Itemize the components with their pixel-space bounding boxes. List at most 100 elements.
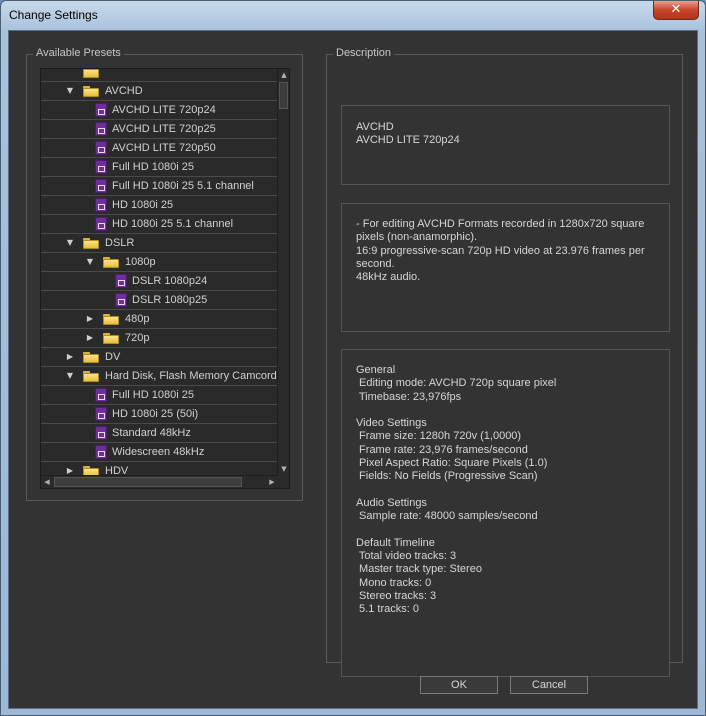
tree-preset-row[interactable]: Standard 48kHz xyxy=(41,424,278,443)
dialog-client-area: Available Presets ▼ AVCHD AVCHD LITE 720p2… xyxy=(8,30,698,709)
tree-item-label: 1080p xyxy=(125,256,156,268)
description-line xyxy=(356,524,655,537)
tree-item-label: Hard Disk, Flash Memory Camcorders xyxy=(105,370,278,382)
folder-icon xyxy=(83,466,99,475)
tree-preset-row[interactable]: DSLR 1080p24 xyxy=(41,272,278,291)
description-line: Fields: No Fields (Progressive Scan) xyxy=(356,470,538,483)
folder-icon xyxy=(103,333,119,344)
expanded-arrow-icon[interactable]: ▼ xyxy=(65,234,75,252)
folder-icon xyxy=(83,238,99,249)
horizontal-scroll-thumb[interactable] xyxy=(54,477,242,487)
collapsed-arrow-icon[interactable]: ▶ xyxy=(85,329,95,347)
cancel-button[interactable]: Cancel xyxy=(510,676,588,694)
tree-folder-row[interactable]: ▼ DSLR xyxy=(41,234,278,253)
description-line: AVCHD LITE 720p24 xyxy=(356,134,460,147)
tree-item-label: 480p xyxy=(125,313,150,325)
scroll-down-arrow-icon[interactable]: ▼ xyxy=(278,463,290,475)
tree-preset-row[interactable]: Full HD 1080i 25 5.1 channel xyxy=(41,177,278,196)
tree-preset-row[interactable]: AVCHD LITE 720p50 xyxy=(41,139,278,158)
vertical-scrollbar[interactable]: ▲ ▼ xyxy=(277,69,289,475)
preset-name-box: AVCHD AVCHD LITE 720p24 xyxy=(341,105,670,185)
tree-folder-row[interactable] xyxy=(41,69,278,82)
tree-folder-row[interactable]: ▶ DV xyxy=(41,348,278,367)
description-line: Stereo tracks: 3 xyxy=(356,590,437,603)
tree-item-label: HDV xyxy=(105,465,129,475)
expanded-arrow-icon[interactable]: ▼ xyxy=(85,253,95,271)
tree-preset-row[interactable]: Widescreen 48kHz xyxy=(41,443,278,462)
tree-preset-row[interactable]: DSLR 1080p25 xyxy=(41,291,278,310)
tree-item-label: AVCHD LITE 720p25 xyxy=(112,123,216,135)
description-line: Audio Settings xyxy=(356,496,427,509)
tree-folder-row[interactable]: ▼ AVCHD xyxy=(41,82,278,101)
description-line: Total video tracks: 3 xyxy=(356,550,457,563)
tree-item-label: HD 1080i 25 5.1 channel xyxy=(112,218,234,230)
tree-item-label: DSLR 1080p25 xyxy=(132,294,208,306)
description-line: 48kHz audio. xyxy=(356,271,421,284)
vertical-scroll-thumb[interactable] xyxy=(279,82,288,109)
tree-item-label: Full HD 1080i 25 xyxy=(112,161,194,173)
window-title: Change Settings xyxy=(9,8,98,22)
description-line: Video Settings xyxy=(356,417,427,430)
scroll-up-arrow-icon[interactable]: ▲ xyxy=(278,69,290,81)
preset-file-icon xyxy=(95,388,107,402)
description-line: pixels (non-anamorphic). xyxy=(356,231,478,244)
preset-file-icon xyxy=(95,141,107,155)
folder-icon xyxy=(83,86,99,97)
scrollbar-corner xyxy=(277,475,289,488)
horizontal-scrollbar[interactable]: ◀ ▶ xyxy=(41,475,278,488)
title-bar[interactable]: Change Settings ✕ xyxy=(1,1,705,29)
preset-file-icon xyxy=(95,160,107,174)
tree-item-label: DSLR xyxy=(105,237,135,249)
tree-preset-row[interactable]: AVCHD LITE 720p24 xyxy=(41,101,278,120)
tree-item-label: AVCHD LITE 720p24 xyxy=(112,104,216,116)
presets-tree[interactable]: ▼ AVCHD AVCHD LITE 720p24 AVCHD LITE 720p25… xyxy=(40,68,290,489)
tree-folder-row[interactable]: ▼ 1080p xyxy=(41,253,278,272)
tree-item-label: AVCHD xyxy=(105,85,143,97)
description-line: Frame rate: 23,976 frames/second xyxy=(356,443,528,456)
description-line: Timebase: 23,976fps xyxy=(356,390,462,403)
folder-icon xyxy=(103,257,119,268)
preset-file-icon xyxy=(95,407,107,421)
scroll-left-arrow-icon[interactable]: ◀ xyxy=(41,476,53,488)
tree-folder-row[interactable]: ▶ HDV xyxy=(41,462,278,475)
description-group: Description AVCHD AVCHD LITE 720p24 - For… xyxy=(326,47,683,677)
tree-preset-row[interactable]: HD 1080i 25 5.1 channel xyxy=(41,215,278,234)
tree-item-label: DSLR 1080p24 xyxy=(132,275,208,287)
close-button[interactable]: ✕ xyxy=(653,1,699,20)
tree-preset-row[interactable]: HD 1080i 25 xyxy=(41,196,278,215)
tree-preset-row[interactable]: Full HD 1080i 25 xyxy=(41,386,278,405)
tree-item-label: DV xyxy=(105,351,121,363)
tree-preset-row[interactable]: AVCHD LITE 720p25 xyxy=(41,120,278,139)
tree-item-label: Full HD 1080i 25 xyxy=(112,389,194,401)
expanded-arrow-icon[interactable]: ▼ xyxy=(65,82,75,100)
collapsed-arrow-icon[interactable]: ▶ xyxy=(65,462,75,475)
description-line xyxy=(356,404,655,417)
tree-folder-row[interactable]: ▶ 720p xyxy=(41,329,278,348)
tree-folder-row[interactable]: ▼ Hard Disk, Flash Memory Camcorders xyxy=(41,367,278,386)
description-line: Pixel Aspect Ratio: Square Pixels (1.0) xyxy=(356,457,548,470)
tree-item-label: AVCHD LITE 720p50 xyxy=(112,142,216,154)
tree-item-label: HD 1080i 25 xyxy=(112,199,174,211)
description-line: second. xyxy=(356,257,395,270)
tree-item-label: Standard 48kHz xyxy=(112,427,191,439)
preset-settings-box: General Editing mode: AVCHD 720p square … xyxy=(341,349,670,677)
expanded-arrow-icon[interactable]: ▼ xyxy=(65,367,75,385)
ok-button[interactable]: OK xyxy=(420,676,498,694)
tree-item-label: HD 1080i 25 (50i) xyxy=(112,408,199,420)
tree-preset-row[interactable]: HD 1080i 25 (50i) xyxy=(41,405,278,424)
preset-file-icon xyxy=(95,217,107,231)
tree-folder-row[interactable]: ▶ 480p xyxy=(41,310,278,329)
collapsed-arrow-icon[interactable]: ▶ xyxy=(65,348,75,366)
folder-icon xyxy=(83,371,99,382)
preset-file-icon xyxy=(95,179,107,193)
description-line: Master track type: Stereo xyxy=(356,563,482,576)
tree-item-label: Widescreen 48kHz xyxy=(112,446,205,458)
folder-icon xyxy=(103,314,119,325)
collapsed-arrow-icon[interactable]: ▶ xyxy=(85,310,95,328)
description-line: Sample rate: 48000 samples/second xyxy=(356,510,538,523)
folder-icon xyxy=(83,69,99,78)
tree-preset-row[interactable]: Full HD 1080i 25 xyxy=(41,158,278,177)
description-line: Frame size: 1280h 720v (1,0000) xyxy=(356,430,522,443)
description-label: Description xyxy=(333,47,395,59)
description-line: Editing mode: AVCHD 720p square pixel xyxy=(356,377,557,390)
